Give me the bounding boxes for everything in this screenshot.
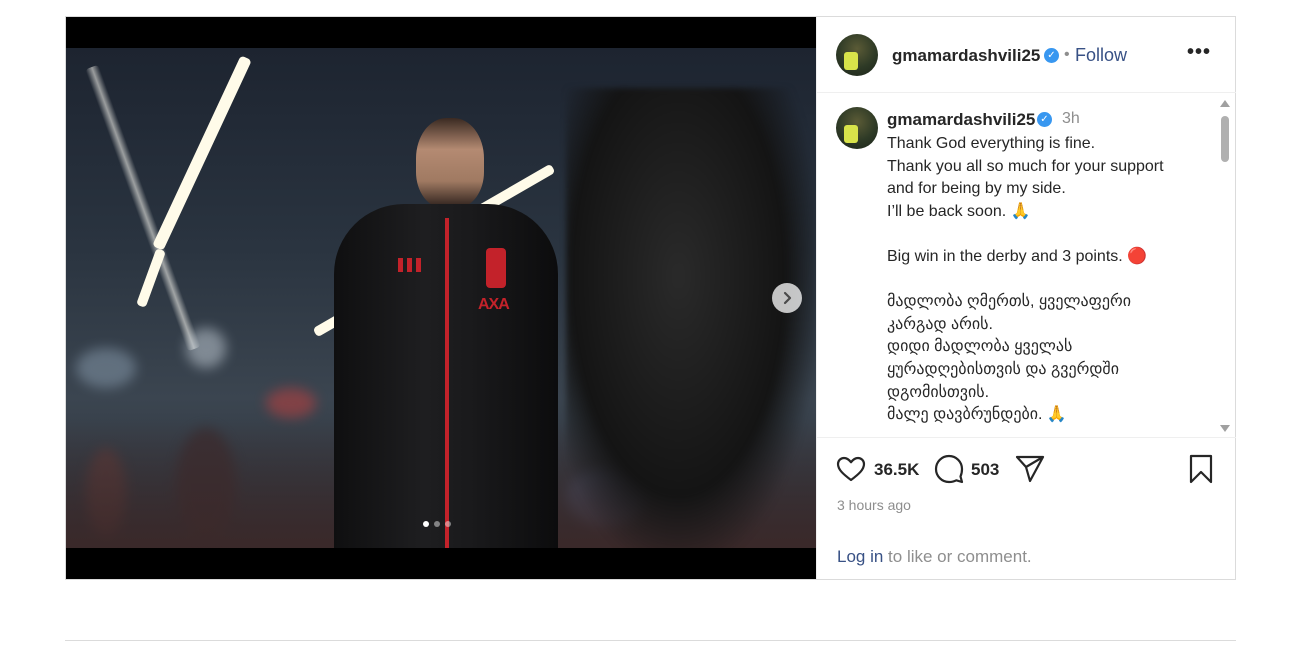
caption-line: დიდი მადლობა ყველას xyxy=(887,338,1073,356)
post-sidebar: gmamardashvili25 ✓ • Follow ••• gmamarda… xyxy=(816,17,1236,579)
chevron-right-icon xyxy=(783,291,792,305)
carousel-indicator xyxy=(423,521,451,527)
separator-dot: • xyxy=(1064,46,1070,63)
post-media: AXA xyxy=(66,17,816,579)
caption-line: Big win in the derby and 3 points. 🔴 xyxy=(887,247,1148,265)
avatar[interactable] xyxy=(836,34,878,76)
scroll-down-arrow-icon[interactable] xyxy=(1220,425,1230,432)
instagram-post-embed: AXA gmamardashvili25 ✓ • Follow ••• gmam… xyxy=(65,16,1236,580)
post-photo[interactable]: AXA xyxy=(66,48,816,548)
club-crest xyxy=(486,248,506,288)
post-time-ago: 3h xyxy=(1062,110,1080,127)
caption-line: I’ll be back soon. 🙏 xyxy=(887,202,1031,220)
carousel-dot-active xyxy=(423,521,429,527)
ceiling-light xyxy=(152,55,252,251)
scrollbar-thumb[interactable] xyxy=(1221,116,1229,162)
comment-count: 503 xyxy=(971,460,1000,479)
caption-line: ყურადღებისთვის და გვერდში xyxy=(887,360,1119,378)
jacket-zip xyxy=(445,218,449,548)
caption-avatar[interactable] xyxy=(836,107,878,149)
caption-line: Thank God everything is fine. xyxy=(887,135,1096,152)
caption-line xyxy=(887,223,1207,246)
verified-badge-icon: ✓ xyxy=(1037,112,1052,127)
foreground-blurred-person xyxy=(566,88,816,548)
caption-username-link[interactable]: gmamardashvili25 xyxy=(887,110,1035,130)
more-options-icon[interactable]: ••• xyxy=(1187,41,1211,64)
bokeh-light xyxy=(186,328,226,368)
post-actions: 36.5K 503 xyxy=(817,453,1236,489)
bookmark-icon[interactable] xyxy=(1185,453,1217,485)
caption-line: and for being by my side. xyxy=(887,180,1066,198)
ceiling-light xyxy=(85,64,201,352)
caption-line: მალე დავბრუნდები. 🙏 xyxy=(887,406,1067,424)
page-divider xyxy=(65,640,1236,641)
paper-plane-icon[interactable] xyxy=(1014,453,1046,485)
next-slide-button[interactable] xyxy=(772,283,802,313)
bokeh-light xyxy=(266,388,316,418)
caption-line xyxy=(887,269,1207,292)
caption-area: gmamardashvili25 ✓ 3h Thank God everythi… xyxy=(817,94,1236,438)
caption-line: მადლობა ღმერთს, ყველაფერი xyxy=(887,293,1131,311)
login-prompt: Log in to like or comment. xyxy=(837,547,1032,567)
player-head xyxy=(416,118,484,208)
username-link[interactable]: gmamardashvili25 xyxy=(892,46,1040,66)
comment-bubble-icon[interactable] xyxy=(933,453,965,485)
caption-text: Thank God everything is fine. Thank you … xyxy=(887,133,1207,427)
caption-line: დგომისთვის. xyxy=(887,383,990,401)
scroll-up-arrow-icon[interactable] xyxy=(1220,100,1230,107)
caption-line: Thank you all so much for your support xyxy=(887,157,1164,175)
login-prompt-text: to like or comment. xyxy=(883,547,1032,566)
player-figure: AXA xyxy=(326,118,566,548)
like-count: 36.5K xyxy=(874,460,920,479)
post-header: gmamardashvili25 ✓ • Follow ••• xyxy=(817,17,1236,93)
bokeh-light xyxy=(76,348,136,388)
caption-scrollbar[interactable] xyxy=(1218,98,1232,434)
verified-badge-icon: ✓ xyxy=(1044,48,1059,63)
carousel-dot xyxy=(434,521,440,527)
sponsor-logo: AXA xyxy=(478,296,510,313)
carousel-dot xyxy=(445,521,451,527)
brand-logo xyxy=(398,258,424,272)
heart-icon[interactable] xyxy=(835,453,867,485)
follow-button[interactable]: Follow xyxy=(1075,45,1127,66)
post-timestamp: 3 hours ago xyxy=(837,497,911,513)
login-link[interactable]: Log in xyxy=(837,547,883,566)
caption-line: კარგად არის. xyxy=(887,315,993,333)
